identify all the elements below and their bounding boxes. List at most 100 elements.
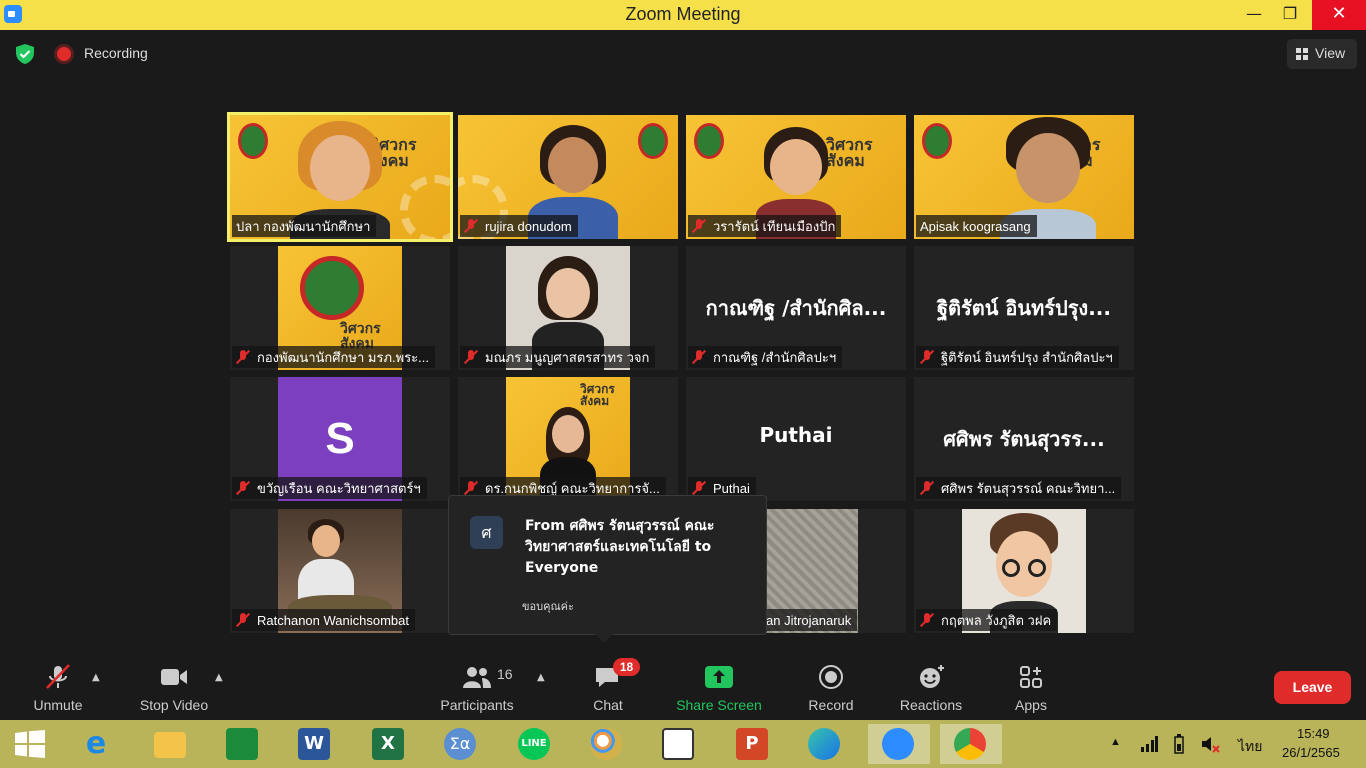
taskbar-lisrel[interactable] — [656, 724, 700, 764]
recording-label: Recording — [84, 45, 148, 61]
video-tile[interactable]: วิศวกร สังคม Apisak koograsang — [914, 115, 1134, 239]
popup-pointer — [595, 634, 613, 643]
taskbar-word[interactable]: W — [292, 724, 336, 764]
taskbar-edge[interactable] — [802, 724, 846, 764]
university-logo-icon — [238, 123, 268, 159]
participant-display-name: Puthai — [759, 423, 833, 447]
video-camera-icon — [161, 669, 187, 685]
video-tile[interactable]: มณภร มนูญศาสตรสาทร วจก — [458, 246, 678, 370]
paint-icon — [590, 728, 622, 760]
audio-options-caret-icon[interactable]: ▲ — [92, 672, 100, 683]
mic-muted-icon — [920, 481, 934, 495]
window-title: Zoom Meeting — [625, 4, 741, 24]
show-hidden-icons-caret-icon[interactable]: ▲ — [1110, 736, 1121, 748]
taskbar-internet-explorer[interactable]: e — [74, 724, 118, 764]
meeting-toolbar: Unmute ▲ Stop Video ▲ 16 Participants ▲ … — [0, 654, 1366, 720]
start-button[interactable] — [8, 724, 52, 764]
view-label: View — [1315, 45, 1346, 61]
input-language[interactable]: ไทย — [1238, 736, 1262, 758]
chat-from-label: From ศศิพร รัตนสุวรรณ์ คณะวิทยาศาสตร์และ… — [525, 518, 715, 576]
taskbar-store[interactable] — [220, 724, 264, 764]
participant-name-bar: กฤตพล วังภูสิต วฝค — [916, 609, 1058, 631]
mic-muted-icon — [464, 219, 478, 233]
participant-display-name: ศศิพร รัตนสุวรร... — [943, 427, 1105, 451]
grid-view-icon — [1296, 48, 1308, 60]
taskbar-zoom[interactable] — [868, 724, 930, 764]
university-logo-icon — [300, 256, 364, 320]
powerpoint-icon: P — [736, 728, 768, 760]
mic-muted-icon — [236, 481, 250, 495]
unmute-button[interactable]: Unmute — [20, 654, 96, 720]
clock-date[interactable]: 26/1/2565 — [1282, 745, 1340, 760]
taskbar-calculator[interactable]: Σα — [438, 724, 482, 764]
video-tile[interactable]: Ratchanon Wanichsombat — [230, 509, 450, 633]
video-tile[interactable]: วิศวกร สังคม วรารัตน์ เทียนเมืองปัก — [686, 115, 906, 239]
view-button[interactable]: View — [1287, 39, 1357, 69]
video-tile[interactable]: วิศวกร สังคม ปลา กองพัฒนานักศึกษา — [227, 112, 453, 242]
participant-name-bar: an Jitrojanaruk — [762, 609, 858, 631]
chat-notification-popup[interactable]: ศ From ศศิพร รัตนสุวรรณ์ คณะวิทยาศาสตร์แ… — [448, 495, 767, 643]
share-screen-button[interactable]: Share Screen — [670, 654, 768, 720]
apps-icon — [1020, 666, 1042, 688]
leave-button[interactable]: Leave — [1274, 671, 1351, 704]
record-icon — [819, 665, 843, 689]
store-icon — [226, 728, 258, 760]
participant-name: ขวัญเรือน คณะวิทยาศาสตร์ฯ — [257, 480, 421, 496]
taskbar-paint[interactable] — [584, 724, 628, 764]
video-tile[interactable]: ฐิติรัตน์ อินทร์ปรุง... ฐิติรัตน์ อินทร์… — [914, 246, 1134, 370]
battery-icon[interactable] — [1170, 734, 1188, 754]
maximize-button[interactable]: ❐ — [1268, 0, 1312, 30]
university-logo-icon — [638, 123, 668, 159]
participant-display-name: กาณฑิฐ /สำนักศิล... — [705, 296, 887, 320]
volume-muted-icon[interactable] — [1200, 734, 1220, 754]
participant-name: Apisak koograsang — [920, 218, 1031, 234]
taskbar-line[interactable]: LINE — [512, 724, 556, 764]
participant-name: กองพัฒนานักศึกษา มรภ.พระ... — [257, 349, 429, 365]
video-tile[interactable]: กาณฑิฐ /สำนักศิล... กาณฑิฐ /สำนักศิลปะฯ — [686, 246, 906, 370]
unmute-label: Unmute — [33, 697, 83, 713]
video-tile[interactable]: กฤตพล วังภูสิต วฝค — [914, 509, 1134, 633]
video-tile[interactable]: Puthai Puthai — [686, 377, 906, 501]
participant-name: วรารัตน์ เทียนเมืองปัก — [713, 218, 836, 234]
participant-name-bar: rujira donudom — [460, 215, 578, 237]
video-tile[interactable]: S ขวัญเรือน คณะวิทยาศาสตร์ฯ — [230, 377, 450, 501]
taskbar-powerpoint[interactable]: P — [730, 724, 774, 764]
video-tile[interactable]: ศศิพร รัตนสุวรร... ศศิพร รัตนสุวรรณ์ คณะ… — [914, 377, 1134, 501]
participants-label: Participants — [440, 697, 514, 713]
mic-muted-icon — [692, 219, 706, 233]
mic-muted-icon — [464, 350, 478, 364]
taskbar-chrome[interactable] — [940, 724, 1002, 764]
close-button[interactable]: ✕ — [1312, 0, 1366, 30]
mic-muted-icon — [692, 481, 706, 495]
participants-button[interactable]: 16 Participants — [432, 654, 522, 720]
participants-options-caret-icon[interactable]: ▲ — [537, 672, 545, 683]
participants-count: 16 — [497, 666, 513, 682]
security-shield-icon[interactable] — [14, 43, 36, 65]
video-options-caret-icon[interactable]: ▲ — [215, 672, 223, 683]
participant-name: Ratchanon Wanichsombat — [257, 612, 409, 628]
university-logo-icon — [694, 123, 724, 159]
participant-name: ฐิติรัตน์ อินทร์ปรุง สำนักศิลปะฯ — [941, 349, 1113, 365]
video-tile[interactable]: rujira donudom — [458, 115, 678, 239]
participant-name-bar: วรารัตน์ เทียนเมืองปัก — [688, 215, 842, 237]
video-tile[interactable]: วิศวกร สังคม ดร.กนกพิชญ์ คณะวิทยาการจั..… — [458, 377, 678, 501]
network-signal-icon[interactable] — [1140, 736, 1158, 752]
video-tile[interactable]: วิศวกร สังคม กองพัฒนานักศึกษา มรภ.พระ... — [230, 246, 450, 370]
background-brand-text: วิศวกร สังคม — [826, 135, 873, 170]
participant-name-bar: Ratchanon Wanichsombat — [232, 609, 415, 631]
file-explorer-icon — [154, 732, 186, 758]
apps-button[interactable]: Apps — [1006, 654, 1056, 720]
chat-unread-badge: 18 — [613, 658, 640, 676]
participant-name: กฤตพล วังภูสิต วฝค — [941, 612, 1052, 628]
record-button[interactable]: Record — [802, 654, 860, 720]
taskbar-excel[interactable]: X — [366, 724, 410, 764]
chat-label: Chat — [593, 697, 623, 713]
stop-video-button[interactable]: Stop Video — [134, 654, 214, 720]
participant-name: กาณฑิฐ /สำนักศิลปะฯ — [713, 349, 837, 365]
clock-time[interactable]: 15:49 — [1297, 726, 1330, 741]
taskbar-file-explorer[interactable] — [148, 724, 192, 764]
sender-avatar: ศ — [470, 516, 503, 549]
lisrel-icon — [662, 728, 694, 760]
reactions-button[interactable]: Reactions — [894, 654, 968, 720]
mic-muted-icon — [692, 350, 706, 364]
